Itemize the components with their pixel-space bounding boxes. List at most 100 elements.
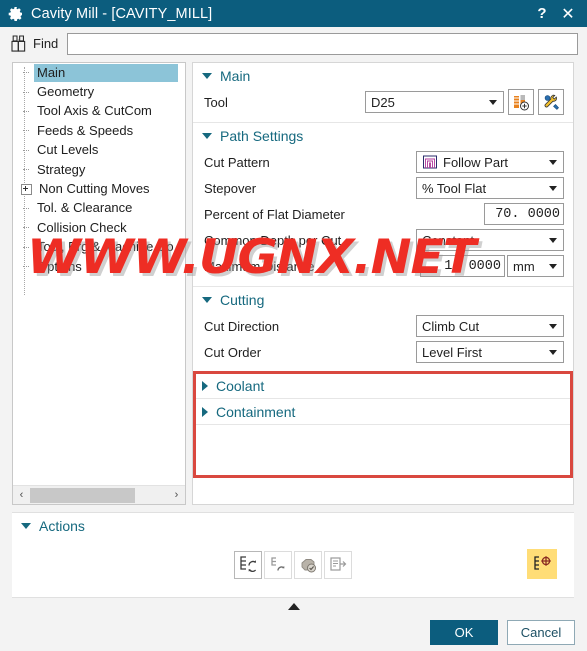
sidebar-item-label: Tool, Prg & Machine Co bbox=[37, 239, 174, 255]
cut-order-select[interactable]: Level First bbox=[416, 341, 564, 363]
list-button[interactable] bbox=[324, 551, 352, 579]
tool-select[interactable]: D25 bbox=[365, 91, 504, 113]
common-depth-per-cut-value: Constant bbox=[422, 232, 475, 248]
follow-part-icon bbox=[423, 155, 437, 169]
sidebar-item-feeds-speeds[interactable]: Feeds & Speeds bbox=[13, 121, 185, 140]
chevron-down-icon[interactable] bbox=[545, 159, 561, 165]
tree-dash-icon bbox=[21, 223, 30, 232]
chevron-down-icon[interactable] bbox=[545, 349, 561, 355]
actions-header[interactable]: Actions bbox=[12, 513, 574, 539]
group-header-cutting[interactable]: Cutting bbox=[193, 287, 573, 312]
find-label: Find bbox=[33, 36, 59, 51]
generate-button[interactable] bbox=[234, 551, 262, 579]
scroll-left-icon[interactable]: ‹ bbox=[13, 487, 30, 504]
group-header-containment[interactable]: Containment bbox=[193, 399, 573, 424]
chevron-down-icon[interactable] bbox=[202, 132, 212, 139]
sidebar-item-strategy[interactable]: Strategy bbox=[13, 160, 185, 179]
row-tool: Tool D25 bbox=[193, 89, 573, 115]
cancel-button[interactable]: Cancel bbox=[507, 620, 575, 645]
cut-direction-value: Climb Cut bbox=[422, 318, 480, 334]
row-common-depth-per-cut: Common Depth per Cut Constant bbox=[193, 227, 573, 253]
sidebar-item-tool-prg-machine-co[interactable]: Tool, Prg & Machine Co bbox=[13, 238, 185, 257]
sidebar-item-tool-axis-cutcom[interactable]: Tool Axis & CutCom bbox=[13, 102, 185, 121]
chevron-down-icon[interactable] bbox=[545, 237, 561, 243]
chevron-up-icon[interactable] bbox=[287, 602, 300, 610]
row-percent-of-flat-diameter: Percent of Flat Diameter 70. 0000 bbox=[193, 201, 573, 227]
chevron-right-icon[interactable] bbox=[202, 406, 208, 417]
group-title: Containment bbox=[216, 403, 296, 420]
maximum-distance-unit: mm bbox=[513, 258, 535, 274]
collapse-panel-handle[interactable] bbox=[0, 598, 587, 615]
search-input[interactable] bbox=[67, 32, 578, 55]
stepover-select[interactable]: % Tool Flat bbox=[416, 177, 564, 199]
group-coolant: Coolant bbox=[193, 373, 573, 399]
chevron-down-icon[interactable] bbox=[545, 263, 561, 269]
expand-plus-icon[interactable] bbox=[21, 183, 32, 195]
binoculars-icon[interactable] bbox=[9, 34, 31, 54]
ok-button[interactable]: OK bbox=[430, 620, 498, 645]
scrollbar-thumb[interactable] bbox=[30, 487, 135, 503]
group-title: Main bbox=[220, 67, 251, 84]
maximum-distance-label: Maximum Distance bbox=[204, 258, 315, 274]
group-body-cutting: Cut Direction Climb Cut Cut Order Level … bbox=[193, 312, 573, 372]
chevron-down-icon[interactable] bbox=[545, 323, 561, 329]
tree-dash-icon bbox=[21, 68, 30, 77]
common-depth-per-cut-select[interactable]: Constant bbox=[416, 229, 564, 251]
verify-solid-icon bbox=[301, 559, 316, 573]
cut-order-label: Cut Order bbox=[204, 344, 262, 360]
generate-toolpath-icon bbox=[240, 556, 257, 572]
verify-button[interactable] bbox=[294, 551, 322, 579]
chevron-down-icon[interactable] bbox=[202, 296, 212, 303]
group-body-main: Tool D25 bbox=[193, 88, 573, 122]
new-tool-button[interactable] bbox=[508, 89, 534, 115]
chevron-down-icon[interactable] bbox=[202, 72, 212, 79]
sidebar-item-label: Options bbox=[37, 258, 82, 274]
sidebar-item-non-cutting-moves[interactable]: Non Cutting Moves bbox=[13, 179, 185, 198]
chevron-down-icon[interactable] bbox=[485, 99, 501, 105]
sidebar-item-label: Feeds & Speeds bbox=[37, 122, 134, 138]
chevron-down-icon[interactable] bbox=[21, 523, 31, 529]
edit-tool-button[interactable] bbox=[538, 89, 564, 115]
help-button[interactable]: ? bbox=[529, 2, 555, 26]
show-toolpath-button[interactable] bbox=[527, 549, 557, 579]
sidebar-item-collision-check[interactable]: Collision Check bbox=[13, 218, 185, 237]
row-maximum-distance: Maximum Distance 1. 0000 mm bbox=[193, 253, 573, 279]
maximum-distance-unit-select[interactable]: mm bbox=[507, 255, 564, 277]
common-depth-per-cut-label: Common Depth per Cut bbox=[204, 232, 342, 248]
cavity-mill-dialog: Cavity Mill - [CAVITY_MILL] ? ✕ Find Mai… bbox=[0, 0, 587, 651]
chevron-down-icon[interactable] bbox=[545, 185, 561, 191]
tree-dash-icon bbox=[21, 243, 30, 252]
sidebar-item-cut-levels[interactable]: Cut Levels bbox=[13, 141, 185, 160]
cut-direction-select[interactable]: Climb Cut bbox=[416, 315, 564, 337]
toolpath-target-icon bbox=[534, 556, 551, 570]
title-bar: Cavity Mill - [CAVITY_MILL] ? ✕ bbox=[0, 0, 587, 27]
chevron-right-icon[interactable] bbox=[202, 380, 208, 391]
sidebar-item-label: Geometry bbox=[37, 84, 95, 100]
tree-dash-icon bbox=[21, 126, 30, 135]
tool-wrench-icon bbox=[544, 94, 559, 110]
cut-pattern-select[interactable]: Follow Part bbox=[416, 151, 564, 173]
percent-of-flat-diameter-input[interactable]: 70. 0000 bbox=[484, 203, 564, 225]
tree-items: Main Geometry Tool Axis & CutCom Feeds &… bbox=[13, 63, 185, 485]
actions-section: Actions bbox=[12, 512, 574, 598]
sidebar-item-label: Tool Axis & CutCom bbox=[37, 103, 152, 119]
sidebar-item-main[interactable]: Main bbox=[13, 63, 185, 82]
tree-dash-icon bbox=[21, 88, 30, 97]
group-header-path-settings[interactable]: Path Settings bbox=[193, 123, 573, 148]
tree-horizontal-scrollbar[interactable]: ‹ › bbox=[13, 485, 185, 504]
group-header-main[interactable]: Main bbox=[193, 63, 573, 88]
group-body-path-settings: Cut Pattern Follow Part Stepover % Tool … bbox=[193, 148, 573, 286]
group-header-coolant[interactable]: Coolant bbox=[193, 373, 573, 398]
percent-of-flat-diameter-label: Percent of Flat Diameter bbox=[204, 206, 345, 222]
close-icon[interactable]: ✕ bbox=[555, 2, 581, 26]
sidebar-item-tol-clearance[interactable]: Tol. & Clearance bbox=[13, 199, 185, 218]
sidebar-item-geometry[interactable]: Geometry bbox=[13, 82, 185, 101]
sidebar-item-options[interactable]: Options bbox=[13, 257, 185, 276]
group-main: Main Tool D25 bbox=[193, 63, 573, 123]
maximum-distance-input[interactable]: 1. 0000 bbox=[420, 255, 505, 277]
scroll-right-icon[interactable]: › bbox=[168, 487, 185, 504]
row-cut-pattern: Cut Pattern Follow Part bbox=[193, 149, 573, 175]
cut-pattern-label: Cut Pattern bbox=[204, 154, 270, 170]
scrollbar-track[interactable] bbox=[30, 486, 168, 504]
replay-button[interactable] bbox=[264, 551, 292, 579]
